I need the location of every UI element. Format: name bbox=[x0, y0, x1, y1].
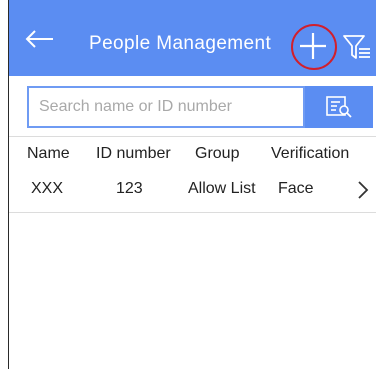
column-header-name: Name bbox=[27, 145, 70, 162]
app-screen: People Management Search name or ID numb… bbox=[8, 0, 376, 369]
column-header-group: Group bbox=[195, 145, 240, 162]
chevron-right-icon[interactable] bbox=[357, 180, 369, 200]
table-row[interactable]: XXX 123 Allow List Face bbox=[9, 170, 376, 208]
search-button[interactable] bbox=[305, 86, 373, 128]
cell-verification: Face bbox=[278, 180, 314, 197]
plus-icon bbox=[300, 33, 326, 59]
cell-id: 123 bbox=[116, 180, 143, 197]
page-title: People Management bbox=[89, 33, 272, 54]
search-input[interactable] bbox=[27, 86, 305, 128]
divider bbox=[9, 212, 376, 213]
cell-group: Allow List bbox=[188, 180, 256, 197]
divider bbox=[9, 136, 376, 137]
add-person-button[interactable] bbox=[291, 24, 337, 70]
arrow-left-icon[interactable] bbox=[23, 26, 57, 52]
header-bar: People Management bbox=[9, 0, 376, 76]
column-header-verification: Verification bbox=[271, 145, 350, 162]
search-bar bbox=[27, 86, 373, 128]
column-header-id: ID number bbox=[96, 145, 171, 162]
cell-name: XXX bbox=[31, 180, 64, 197]
search-list-icon bbox=[326, 96, 352, 118]
filter-icon[interactable] bbox=[342, 32, 372, 62]
